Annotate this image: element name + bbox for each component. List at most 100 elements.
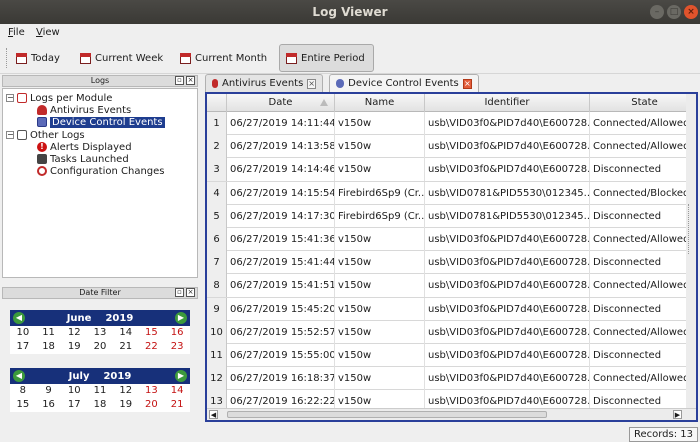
cell-state: Disconnected xyxy=(590,251,696,274)
calendar-month[interactable]: July xyxy=(69,371,90,382)
tab-antivirus-events[interactable]: Antivirus Events × xyxy=(205,74,323,92)
today-button[interactable]: Today xyxy=(10,44,66,72)
collapse-icon[interactable]: − xyxy=(6,131,14,139)
scroll-left-icon[interactable]: ◀ xyxy=(209,410,218,419)
calendar-day[interactable]: 21 xyxy=(164,398,190,412)
close-icon[interactable]: × xyxy=(186,288,195,297)
calendar-day[interactable]: 11 xyxy=(87,384,113,398)
cell-name: v150w xyxy=(335,297,425,321)
table-row[interactable]: 6 06/27/2019 15:41:36 v150w usb\VID03f0&PID… xyxy=(207,228,696,252)
cell-identifier: usb\VID03f0&PID7d40\E600728... xyxy=(425,251,590,275)
maximize-button[interactable]: □ xyxy=(667,5,681,19)
tree-label: Alerts Displayed xyxy=(50,141,132,153)
table-row[interactable]: 12 06/27/2019 16:18:37 v150w usb\VID03f0&PI… xyxy=(207,367,696,391)
calendar-month[interactable]: June xyxy=(67,313,92,324)
current-week-button[interactable]: Current Week xyxy=(74,44,169,72)
entire-period-button[interactable]: Entire Period xyxy=(279,44,374,72)
calendar-day[interactable]: 15 xyxy=(139,326,165,340)
calendar-day[interactable]: 17 xyxy=(10,340,36,354)
current-month-button[interactable]: Current Month xyxy=(174,44,273,72)
calendar-day[interactable]: 10 xyxy=(10,326,36,340)
table-row[interactable]: 9 06/27/2019 15:45:20 v150w usb\VID03f0&PID… xyxy=(207,297,696,321)
table-row[interactable]: 10 06/27/2019 15:52:57 v150w usb\VID03f0&PI… xyxy=(207,320,696,344)
cell-name: v150w xyxy=(335,367,425,391)
calendar-day[interactable]: 16 xyxy=(36,398,62,412)
table-row[interactable]: 8 06/27/2019 15:41:51 v150w usb\VID03f0&PID… xyxy=(207,274,696,298)
prev-month-icon[interactable]: ◀ xyxy=(13,370,25,382)
table-row[interactable]: 5 06/27/2019 14:17:30 Firebird6Sp9 (Cr... u… xyxy=(207,204,696,228)
table-row[interactable]: 3 06/27/2019 14:14:46 v150w usb\VID03f0&PID… xyxy=(207,158,696,182)
column-header-identifier[interactable]: Identifier xyxy=(425,94,590,112)
calendar-year[interactable]: 2019 xyxy=(105,313,133,324)
horizontal-scrollbar[interactable]: ◀ ▶ xyxy=(207,408,696,420)
calendar-day[interactable]: 9 xyxy=(36,384,62,398)
cell-state: Connected/Allowed xyxy=(590,367,696,390)
calendar-day[interactable]: 11 xyxy=(36,326,62,340)
vertical-scrollbar[interactable] xyxy=(686,94,696,420)
tab-device-control-events[interactable]: Device Control Events × xyxy=(329,74,479,92)
collapse-icon[interactable]: − xyxy=(6,94,14,102)
calendar-day[interactable]: 22 xyxy=(139,340,165,354)
calendar-day[interactable]: 14 xyxy=(113,326,139,340)
table-row[interactable]: 2 06/27/2019 14:13:58 v150w usb\VID03f0&PID… xyxy=(207,135,696,159)
tree-item-device-control-events[interactable]: Device Control Events xyxy=(37,116,165,128)
close-icon[interactable]: × xyxy=(462,78,472,89)
calendar-day[interactable]: 12 xyxy=(61,326,87,340)
table-row[interactable]: 4 06/27/2019 14:15:54 Firebird6Sp9 (Cr... u… xyxy=(207,181,696,205)
tree-item-configuration-changes[interactable]: Configuration Changes xyxy=(37,165,165,177)
tree-item-other-logs[interactable]: − Other Logs xyxy=(6,129,85,141)
logs-panel-title: Logs xyxy=(90,76,110,85)
calendar-days: 10 11 12 13 14 15 16 17 18 19 20 21 22 2… xyxy=(10,326,190,354)
menu-file[interactable]: File xyxy=(8,27,25,38)
cell-date: 06/27/2019 14:17:30 xyxy=(227,204,335,228)
tree-item-tasks-launched[interactable]: Tasks Launched xyxy=(37,153,129,165)
calendar-day[interactable]: 21 xyxy=(113,340,139,354)
tree-item-antivirus-events[interactable]: Antivirus Events xyxy=(37,104,131,116)
scroll-thumb[interactable] xyxy=(688,204,693,254)
calendar-day[interactable]: 16 xyxy=(164,326,190,340)
calendar-day[interactable]: 15 xyxy=(10,398,36,412)
tree-item-logs-per-module[interactable]: − Logs per Module xyxy=(6,92,112,104)
calendar-day[interactable]: 18 xyxy=(87,398,113,412)
row-number: 2 xyxy=(207,135,227,159)
calendar-day[interactable]: 14 xyxy=(164,384,190,398)
table-row[interactable]: 1 06/27/2019 14:11:44 v150w usb\VID03f0&PID… xyxy=(207,112,696,136)
close-icon[interactable]: × xyxy=(307,78,316,89)
scroll-thumb[interactable] xyxy=(227,411,547,418)
table-row[interactable]: 11 06/27/2019 15:55:00 v150w usb\VID03f0&PI… xyxy=(207,344,696,368)
calendar-day[interactable]: 19 xyxy=(61,340,87,354)
scroll-right-icon[interactable]: ▶ xyxy=(673,410,682,419)
prev-month-icon[interactable]: ◀ xyxy=(13,312,25,324)
calendar-day[interactable]: 13 xyxy=(139,384,165,398)
menu-view[interactable]: View xyxy=(36,27,60,38)
calendar-day[interactable]: 8 xyxy=(10,384,36,398)
calendar-year[interactable]: 2019 xyxy=(103,371,131,382)
calendar-day[interactable]: 19 xyxy=(113,398,139,412)
float-icon[interactable]: ▫ xyxy=(175,288,184,297)
calendar-day[interactable]: 20 xyxy=(87,340,113,354)
calendar-day[interactable]: 12 xyxy=(113,384,139,398)
cell-state: Disconnected xyxy=(590,158,696,181)
calendar-day[interactable]: 10 xyxy=(61,384,87,398)
calendar-day[interactable]: 17 xyxy=(61,398,87,412)
shield-icon xyxy=(212,79,219,88)
column-header-state[interactable]: State xyxy=(590,94,696,112)
table-row[interactable]: 7 06/27/2019 15:41:44 v150w usb\VID03f0&PID… xyxy=(207,251,696,275)
next-month-icon[interactable]: ▶ xyxy=(175,370,187,382)
minimize-button[interactable]: – xyxy=(650,5,664,19)
tree-item-alerts-displayed[interactable]: ! Alerts Displayed xyxy=(37,141,132,153)
cell-date: 06/27/2019 15:52:57 xyxy=(227,320,335,344)
calendar-day[interactable]: 13 xyxy=(87,326,113,340)
column-header-name[interactable]: Name xyxy=(335,94,425,112)
calendar-day[interactable]: 20 xyxy=(139,398,165,412)
close-window-button[interactable]: × xyxy=(684,5,698,19)
close-icon[interactable]: × xyxy=(186,76,195,85)
toolbar-grip[interactable] xyxy=(6,48,8,68)
float-icon[interactable]: ▫ xyxy=(175,76,184,85)
calendar-day[interactable]: 23 xyxy=(164,340,190,354)
records-count: Records: 13 xyxy=(628,427,698,442)
calendar-day[interactable]: 18 xyxy=(36,340,62,354)
next-month-icon[interactable]: ▶ xyxy=(175,312,187,324)
cell-state: Connected/Allowed xyxy=(590,274,696,297)
column-header-date[interactable]: Date xyxy=(227,94,335,112)
